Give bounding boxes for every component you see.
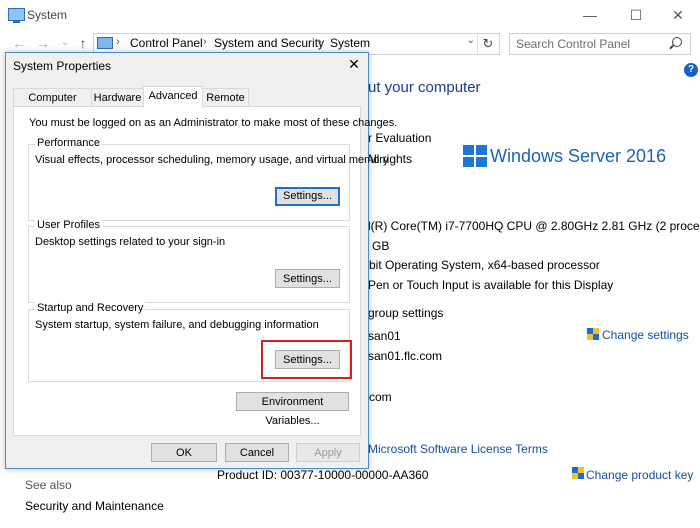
edition-text: r Evaluation [368,131,432,145]
apply-button[interactable]: Apply [296,443,360,462]
security-maintenance-link[interactable]: Security and Maintenance [25,499,164,513]
tab-remote[interactable]: Remote [202,88,249,107]
uac-shield-icon [587,328,599,341]
chevron-right-icon: › [318,36,322,48]
system-properties-dialog: System Properties ✕ Computer Name Hardwa… [5,52,397,469]
chevron-right-icon: › [203,36,207,48]
recent-chevron-icon[interactable]: ⌄ [56,34,74,52]
advanced-tab-panel: You must be logged on as an Administrato… [13,106,397,436]
system-type-value: bit Operating System, x64-based processo… [369,258,600,272]
system-app-icon [8,8,25,23]
processor-value: l(R) Core(TM) i7-7700HQ CPU @ 2.80GHz 2.… [368,219,700,233]
workgroup-settings-heading: group settings [368,306,444,320]
search-icon[interactable] [672,37,682,47]
uac-shield-icon [572,467,584,480]
computer-name-value: san01 [368,329,401,343]
user-profiles-settings-button[interactable]: Settings... [275,269,340,288]
minimize-button[interactable]: — [568,0,612,30]
dialog-title: System Properties [13,59,112,73]
performance-title: Performance [35,137,102,149]
pen-touch-value: Pen or Touch Input is available for this… [368,278,614,292]
ok-button[interactable]: OK [151,443,217,462]
change-settings-link[interactable]: Change settings [602,328,689,342]
highlight-annotation [261,340,352,379]
user-profiles-description: Desktop settings related to your sign-in [35,236,226,248]
computer-icon [97,37,113,49]
memory-value: GB [372,239,390,253]
maximize-button[interactable]: ☐ [614,0,658,30]
domain-value: com [369,390,392,404]
window-title: System [27,8,68,22]
change-product-key-link[interactable]: Change product key [586,468,693,482]
breadcrumb-system-security[interactable]: System and Security [214,36,324,50]
up-arrow-icon[interactable]: ↑ [74,34,92,52]
product-id: Product ID: 00377-10000-00000-AA360 [217,468,429,482]
windows-server-brand: Windows Server 2016 [490,146,667,166]
full-computer-name-value: san01.flc.com [368,349,443,363]
tab-hardware[interactable]: Hardware [91,88,144,107]
page-heading: ut your computer [368,79,481,96]
performance-description: Visual effects, processor scheduling, me… [35,154,389,166]
license-terms-link[interactable]: Microsoft Software License Terms [368,442,548,456]
performance-group: Performance Visual effects, processor sc… [28,137,389,221]
chevron-right-icon: › [116,36,120,48]
search-input[interactable]: Search Control Panel [509,33,691,55]
startup-recovery-title: Startup and Recovery [35,302,146,314]
breadcrumb-control-panel[interactable]: Control Panel [130,36,203,50]
startup-recovery-description: System startup, system failure, and debu… [35,319,319,331]
tab-computer-name[interactable]: Computer Name [13,88,92,122]
title-bar: System — ☐ ✕ [0,0,700,30]
forward-arrow-icon[interactable]: → [34,34,52,52]
user-profiles-title: User Profiles [35,219,102,231]
system-window: System — ☐ ✕ ← → ⌄ ↑ › Control Panel › S… [0,0,700,528]
dialog-close-icon[interactable]: ✕ [346,56,362,72]
windows-logo-icon [463,145,487,167]
help-icon[interactable]: ? [684,63,698,77]
cancel-button[interactable]: Cancel [225,443,289,462]
back-arrow-icon[interactable]: ← [10,34,28,52]
performance-settings-button[interactable]: Settings... [275,187,340,206]
admin-note: You must be logged on as an Administrato… [29,117,398,129]
refresh-icon[interactable]: ↻ [477,34,498,54]
breadcrumb-system[interactable]: System [330,36,370,50]
tab-advanced[interactable]: Advanced [143,86,203,108]
search-placeholder: Search Control Panel [516,37,631,51]
close-button[interactable]: ✕ [656,0,700,30]
see-also-heading: See also [25,478,72,492]
user-profiles-group: User Profiles Desktop settings related t… [28,219,350,303]
address-dropdown-icon[interactable]: ⌄ [467,35,475,46]
environment-variables-button[interactable]: Environment Variables... [236,392,349,427]
